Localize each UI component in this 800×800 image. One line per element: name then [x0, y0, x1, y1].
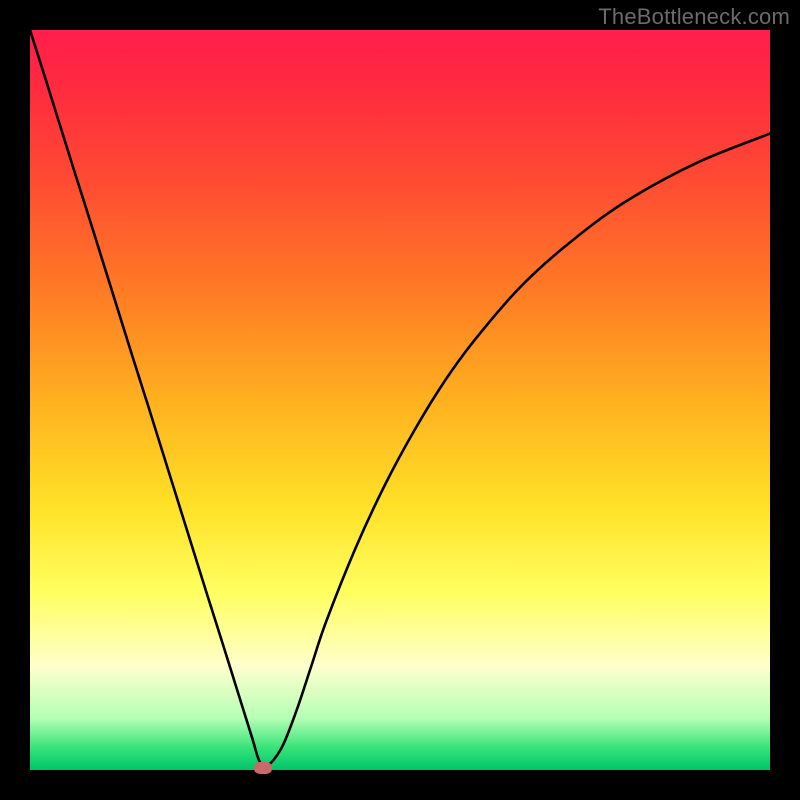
- curve-svg: [30, 30, 770, 770]
- bottleneck-curve: [30, 30, 770, 767]
- plot-area: [30, 30, 770, 770]
- chart-frame: TheBottleneck.com: [0, 0, 800, 800]
- minimum-marker: [254, 762, 272, 774]
- watermark-text: TheBottleneck.com: [598, 4, 790, 30]
